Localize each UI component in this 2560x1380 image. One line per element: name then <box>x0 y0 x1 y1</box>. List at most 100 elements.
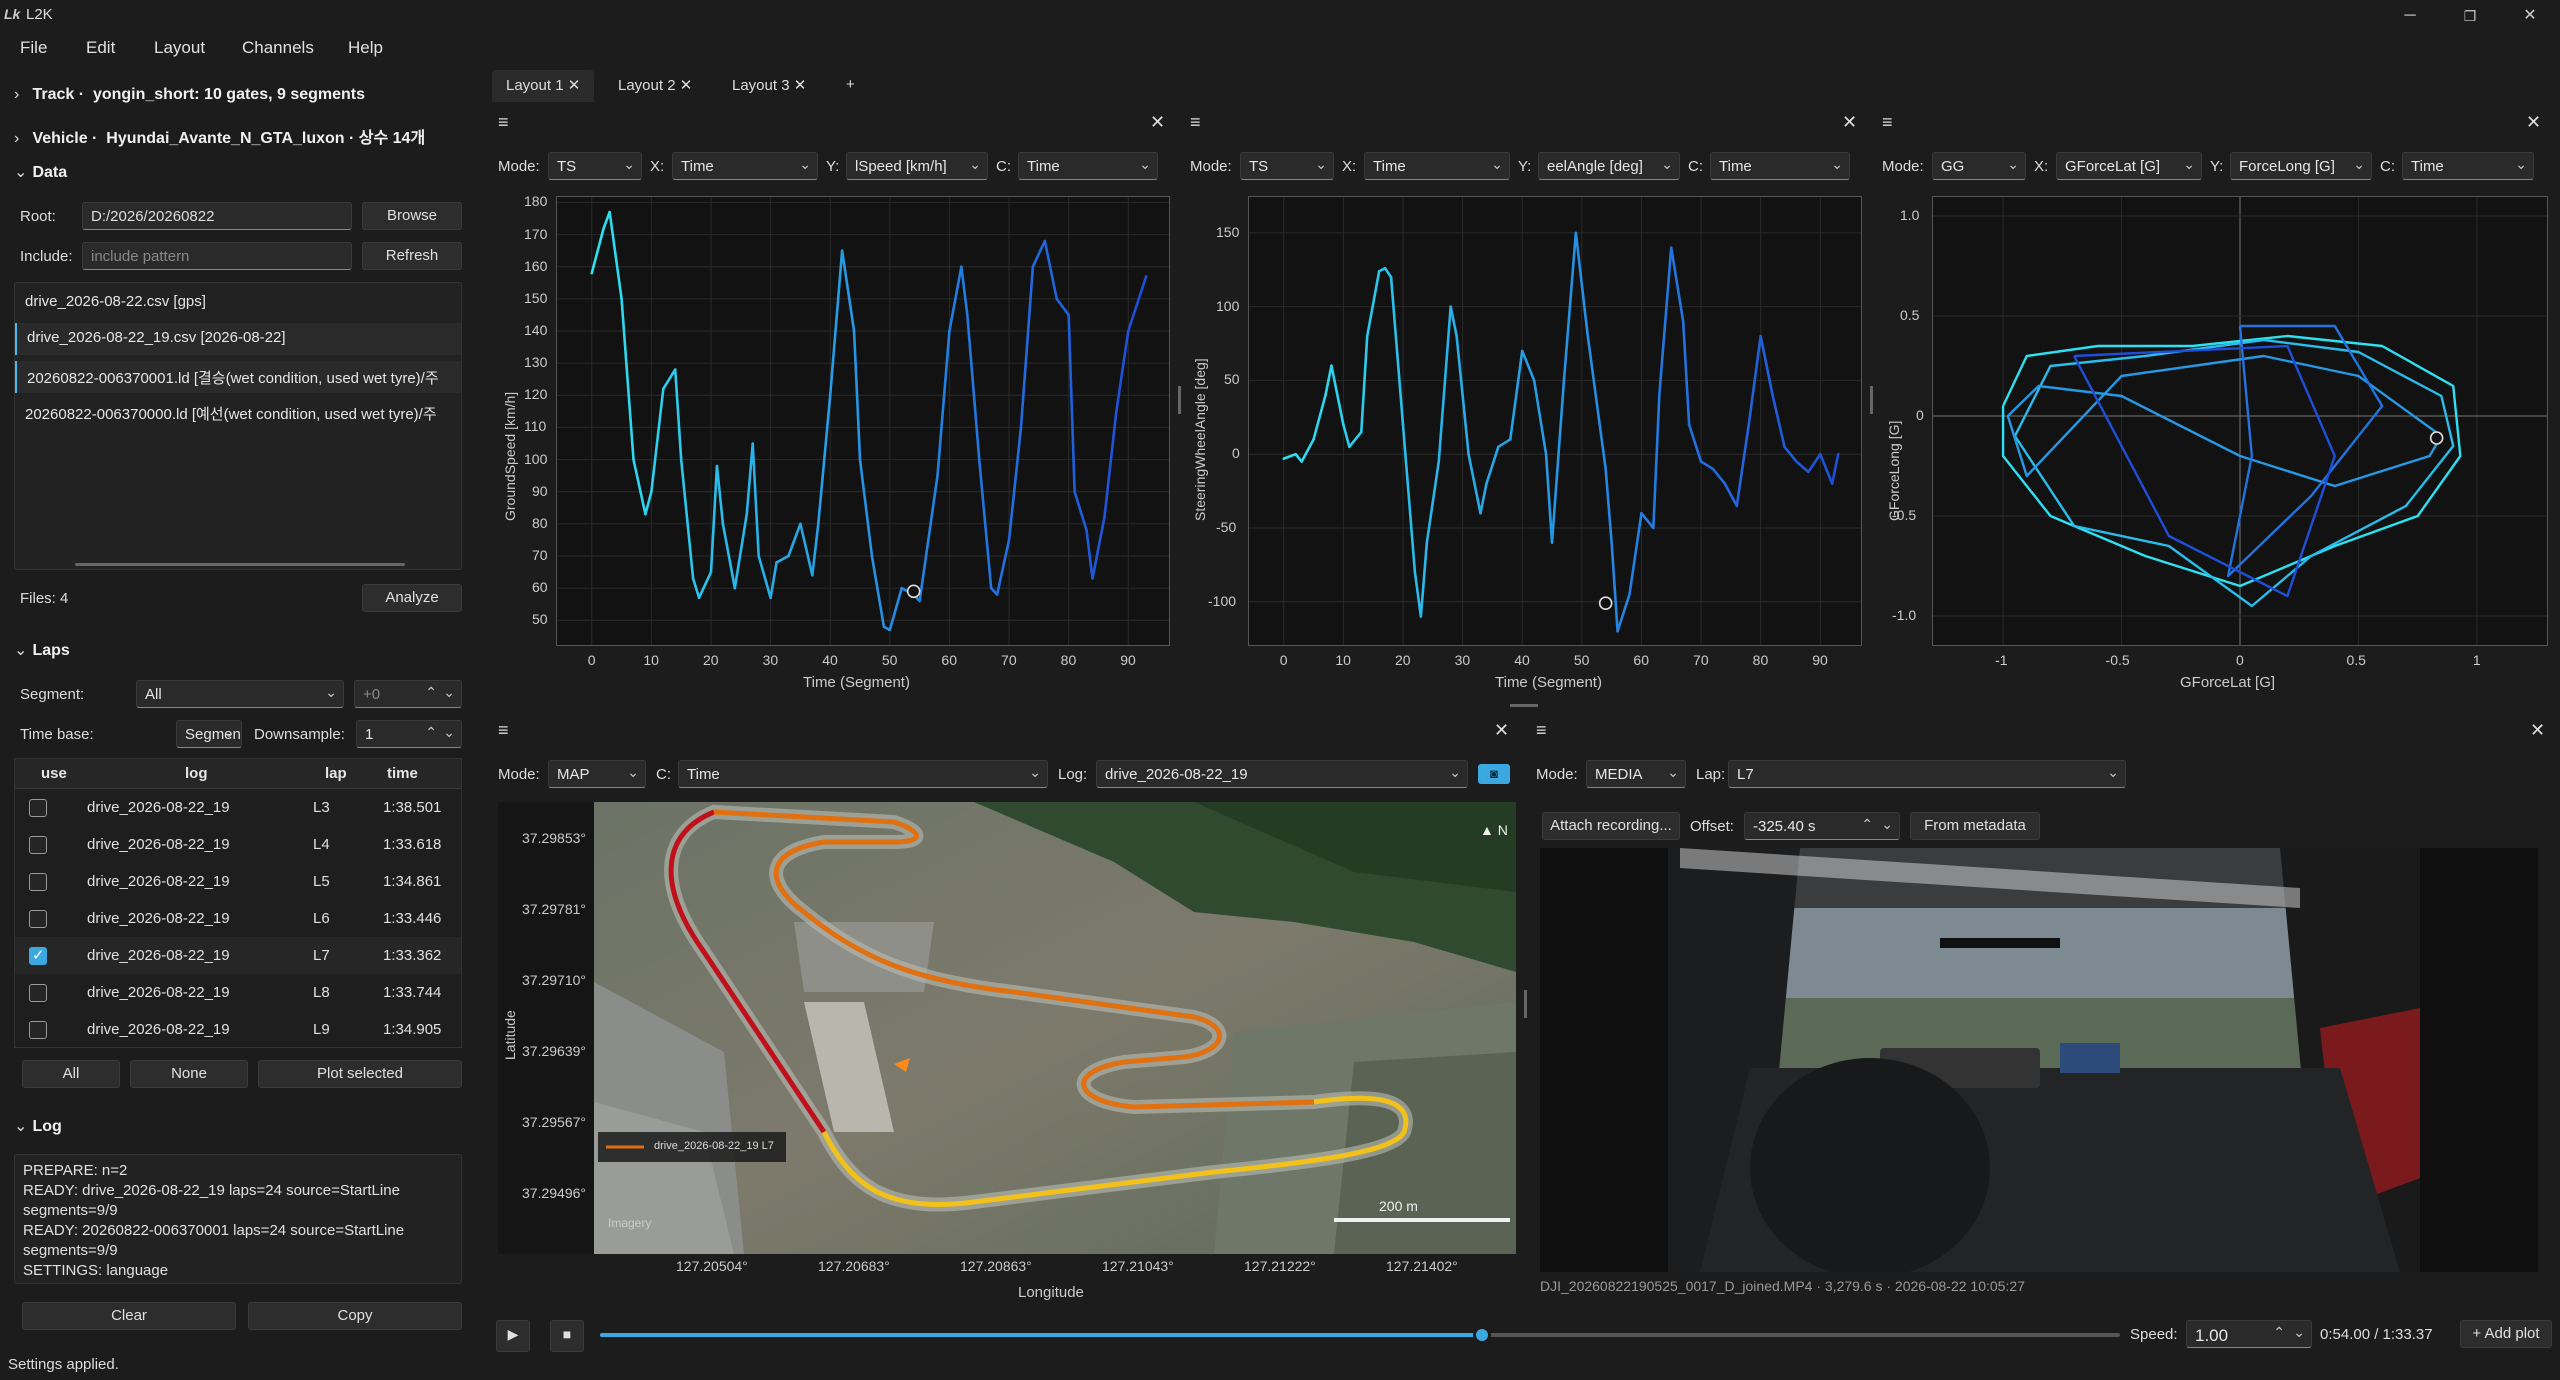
camera-icon[interactable]: ◙ <box>1478 764 1510 784</box>
use-checkbox[interactable] <box>29 946 47 965</box>
plot-mode-select[interactable]: TS ⌄ <box>548 152 642 180</box>
table-row[interactable]: drive_2026-08-22_19 L5 1:34.861 <box>15 863 461 900</box>
plot-mode-select[interactable]: GG ⌄ <box>1932 152 2026 180</box>
from-metadata-button[interactable]: From metadata <box>1910 812 2040 840</box>
table-row[interactable]: drive_2026-08-22_19 L8 1:33.744 <box>15 974 461 1011</box>
file-item[interactable]: 20260822-006370001.ld [결승(wet condition,… <box>15 361 461 393</box>
media-mode-select[interactable]: MEDIA ⌄ <box>1586 760 1686 788</box>
splitter-handle[interactable] <box>1870 386 1873 414</box>
panel-close-icon[interactable]: ✕ <box>1494 720 1509 741</box>
plot-mode-select[interactable]: TS ⌄ <box>1240 152 1334 180</box>
browse-button[interactable]: Browse <box>362 202 462 230</box>
plot-color-select[interactable]: Time ⌄ <box>1018 152 1158 180</box>
use-checkbox[interactable] <box>29 836 47 854</box>
tab-layout-1[interactable]: Layout 1 ✕ <box>492 70 595 102</box>
panel-close-icon[interactable]: ✕ <box>2530 720 2545 741</box>
column-lap[interactable]: lap <box>325 765 347 782</box>
track-section[interactable]: › Track · yongin_short: 10 gates, 9 segm… <box>14 86 365 104</box>
plot-x-select[interactable]: Time ⌄ <box>672 152 818 180</box>
plot-selected-button[interactable]: Plot selected <box>258 1060 462 1088</box>
file-item[interactable]: drive_2026-08-22_19.csv [2026-08-22] <box>15 323 461 355</box>
chevron-up-icon[interactable]: ⌃ <box>425 724 437 741</box>
plot-y-select[interactable]: eelAngle [deg] ⌄ <box>1538 152 1680 180</box>
plot-x-select[interactable]: GForceLat [G] ⌄ <box>2056 152 2202 180</box>
restore-icon[interactable]: ❐ <box>2450 4 2490 28</box>
plot-color-select[interactable]: Time ⌄ <box>2402 152 2534 180</box>
table-row[interactable]: drive_2026-08-22_19 L4 1:33.618 <box>15 826 461 863</box>
chart-plot-area[interactable] <box>1248 196 1862 646</box>
playback-slider[interactable] <box>600 1326 2120 1344</box>
column-time[interactable]: time <box>387 765 418 782</box>
menu-file[interactable]: File <box>20 38 47 58</box>
close-icon[interactable]: ✕ <box>2510 4 2550 28</box>
timebase-select[interactable]: Segment ⌄ <box>176 720 242 748</box>
menu-help[interactable]: Help <box>348 38 383 58</box>
panel-menu-icon[interactable]: ≡ <box>1536 720 1547 741</box>
table-row[interactable]: drive_2026-08-22_19 L6 1:33.446 <box>15 900 461 937</box>
column-log[interactable]: log <box>185 765 208 782</box>
playback-handle[interactable] <box>1472 1326 1491 1344</box>
column-use[interactable]: use <box>41 765 67 782</box>
plot-color-select[interactable]: Time ⌄ <box>1710 152 1850 180</box>
add-plot-button[interactable]: + Add plot <box>2460 1320 2552 1348</box>
use-checkbox[interactable] <box>29 799 47 817</box>
data-section[interactable]: ⌄ Data <box>14 162 67 182</box>
map-log-select[interactable]: drive_2026-08-22_19 ⌄ <box>1096 760 1468 788</box>
file-item[interactable]: 20260822-006370000.ld [예선(wet condition,… <box>15 397 461 429</box>
plot-x-select[interactable]: Time ⌄ <box>1364 152 1510 180</box>
use-checkbox[interactable] <box>29 984 47 1002</box>
add-tab-button[interactable]: + <box>832 70 869 102</box>
splitter-handle[interactable] <box>1178 386 1181 414</box>
panel-menu-icon[interactable]: ≡ <box>1882 112 1893 133</box>
horizontal-scrollbar[interactable] <box>75 563 405 566</box>
chevron-down-icon[interactable]: ⌄ <box>443 684 455 701</box>
vehicle-section[interactable]: › Vehicle · Hyundai_Avante_N_GTA_luxon ·… <box>14 124 425 148</box>
table-row[interactable]: drive_2026-08-22_19 L9 1:34.905 <box>15 1011 461 1047</box>
chevron-down-icon[interactable]: ⌄ <box>443 724 455 741</box>
use-checkbox[interactable] <box>29 873 47 891</box>
speed-spinner[interactable]: 1.00 ⌃ ⌄ <box>2186 1320 2312 1348</box>
satellite-map[interactable]: drive_2026-08-22_19 L7 200 m ▲ N Imagery <box>594 802 1516 1254</box>
chart-plot-area[interactable] <box>1932 196 2548 646</box>
plot-y-select[interactable]: lSpeed [km/h] ⌄ <box>846 152 988 180</box>
panel-close-icon[interactable]: ✕ <box>1842 112 1857 133</box>
chevron-up-icon[interactable]: ⌃ <box>425 684 437 701</box>
splitter-handle[interactable] <box>1524 990 1527 1018</box>
minimize-icon[interactable]: ─ <box>2390 4 2430 28</box>
map-mode-select[interactable]: MAP ⌄ <box>548 760 646 788</box>
table-row[interactable]: drive_2026-08-22_19 L3 1:38.501 <box>15 789 461 826</box>
laps-table[interactable]: use log lap time drive_2026-08-22_19 L3 … <box>14 758 462 1048</box>
segment-offset-spinner[interactable]: +0 ⌃ ⌄ <box>354 680 462 708</box>
menu-edit[interactable]: Edit <box>86 38 115 58</box>
panel-menu-icon[interactable]: ≡ <box>498 720 509 741</box>
use-checkbox[interactable] <box>29 910 47 928</box>
downsample-spinner[interactable]: 1 ⌃ ⌄ <box>356 720 462 748</box>
menu-channels[interactable]: Channels <box>242 38 314 58</box>
menu-layout[interactable]: Layout <box>154 38 205 58</box>
select-all-button[interactable]: All <box>22 1060 120 1088</box>
plot-y-select[interactable]: ForceLong [G] ⌄ <box>2230 152 2372 180</box>
table-row[interactable]: drive_2026-08-22_19 L7 1:33.362 <box>15 937 461 974</box>
chart-plot-area[interactable] <box>556 196 1170 646</box>
file-list[interactable]: drive_2026-08-22.csv [gps] drive_2026-08… <box>14 282 462 570</box>
video-frame[interactable] <box>1540 848 2538 1272</box>
map-color-select[interactable]: Time ⌄ <box>678 760 1048 788</box>
file-item[interactable]: drive_2026-08-22.csv [gps] <box>15 287 461 319</box>
panel-close-icon[interactable]: ✕ <box>1150 112 1165 133</box>
copy-log-button[interactable]: Copy <box>248 1302 462 1330</box>
select-none-button[interactable]: None <box>130 1060 248 1088</box>
media-lap-select[interactable]: L7 ⌄ <box>1728 760 2126 788</box>
root-input[interactable]: D:/2026/20260822 <box>82 202 352 230</box>
offset-spinner[interactable]: -325.40 s ⌃ ⌄ <box>1744 812 1900 840</box>
attach-recording-button[interactable]: Attach recording... <box>1542 812 1680 840</box>
use-checkbox[interactable] <box>29 1021 47 1039</box>
tab-layout-3[interactable]: Layout 3 ✕ <box>718 70 820 102</box>
play-button[interactable]: ▶ <box>496 1320 530 1352</box>
panel-menu-icon[interactable]: ≡ <box>1190 112 1201 133</box>
clear-log-button[interactable]: Clear <box>22 1302 236 1330</box>
analyze-button[interactable]: Analyze <box>362 584 462 612</box>
panel-menu-icon[interactable]: ≡ <box>498 112 509 133</box>
splitter-handle[interactable] <box>1510 704 1538 707</box>
include-input[interactable]: include pattern <box>82 242 352 270</box>
log-section[interactable]: ⌄ Log <box>14 1116 62 1136</box>
